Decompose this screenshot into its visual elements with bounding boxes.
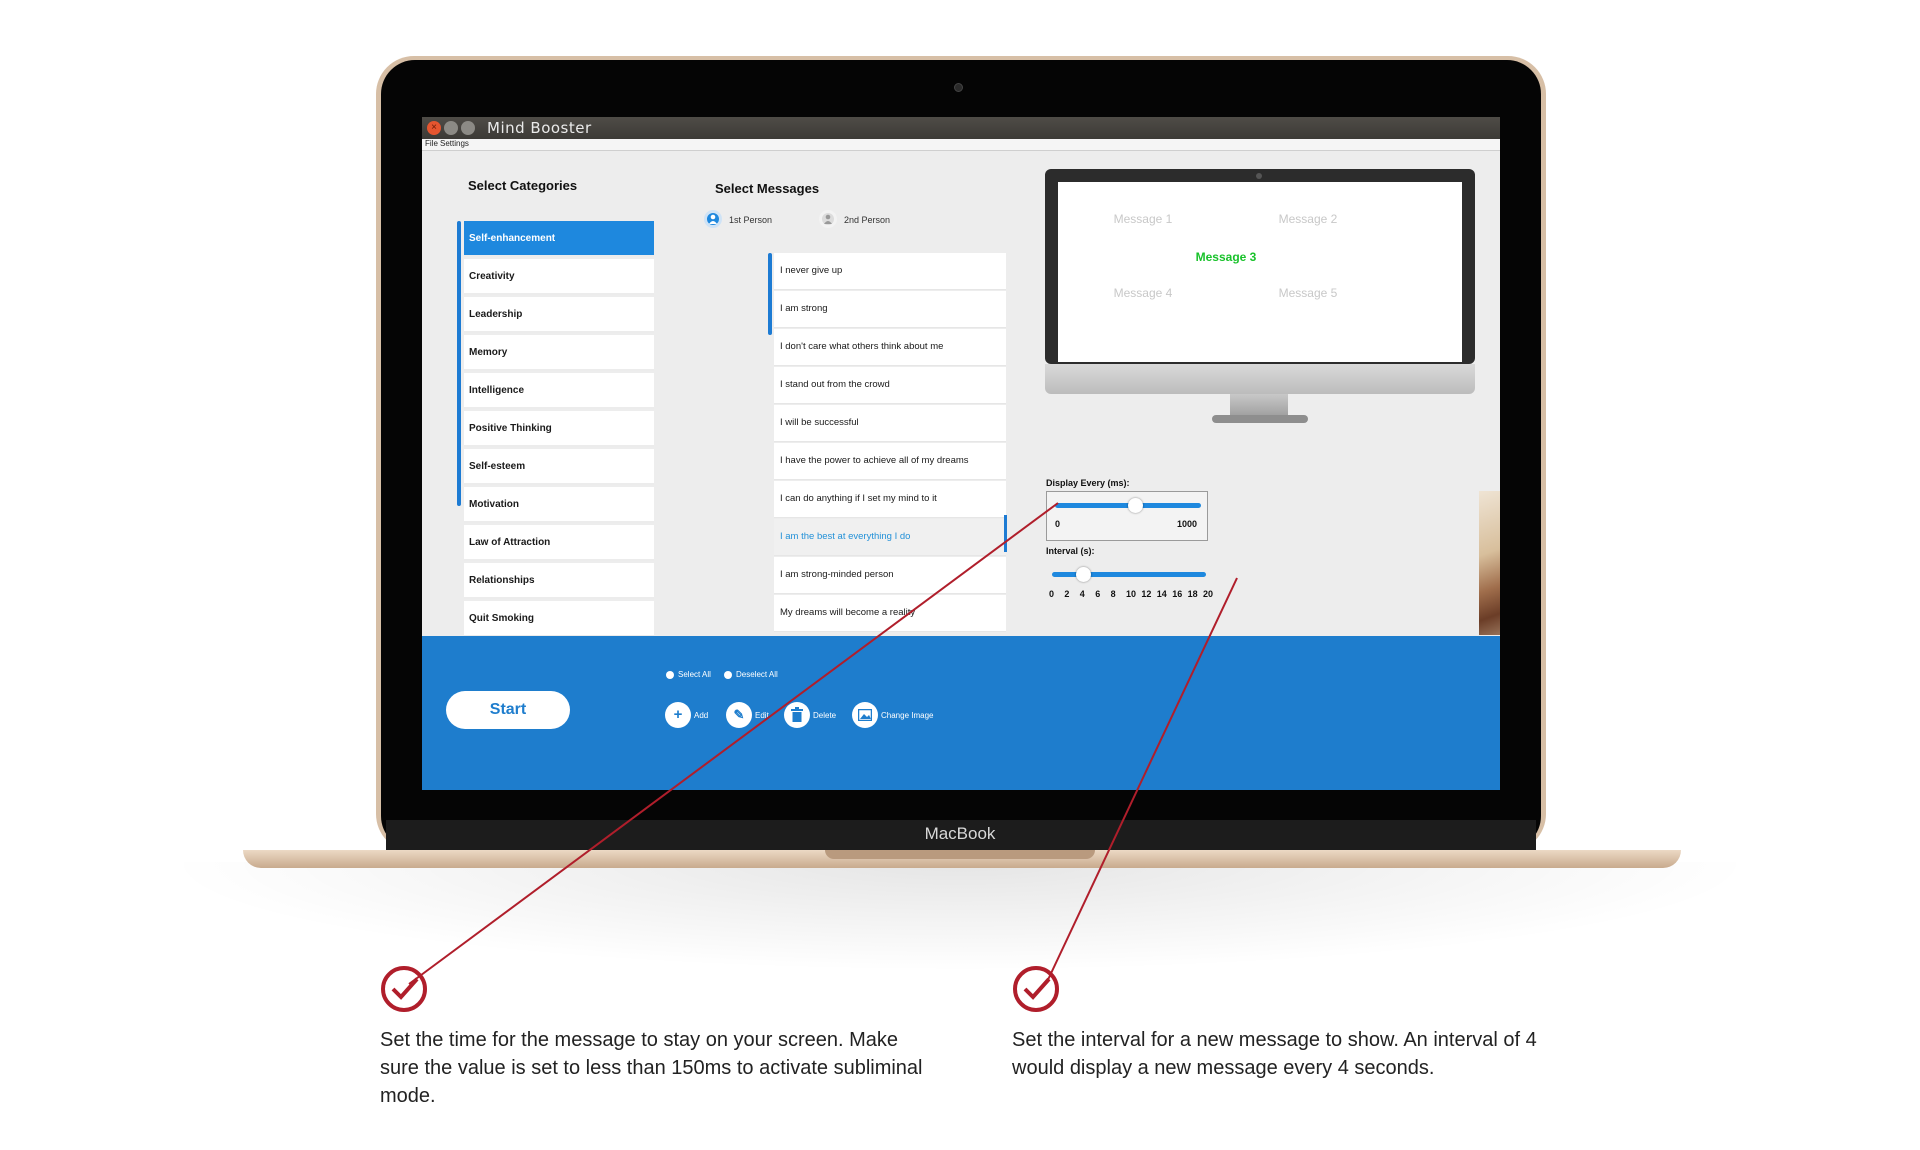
check-circle-icon [381,966,427,1012]
annotation-right-text: Set the interval for a new message to sh… [1012,1029,1537,1079]
annotation-left-text: Set the time for the message to stay on … [380,1029,923,1107]
annotation-pointer-lines [408,502,1238,985]
annotation-line-right [1045,577,1238,985]
annotation-line-left [408,502,1059,985]
check-circle-icon [1013,966,1059,1012]
